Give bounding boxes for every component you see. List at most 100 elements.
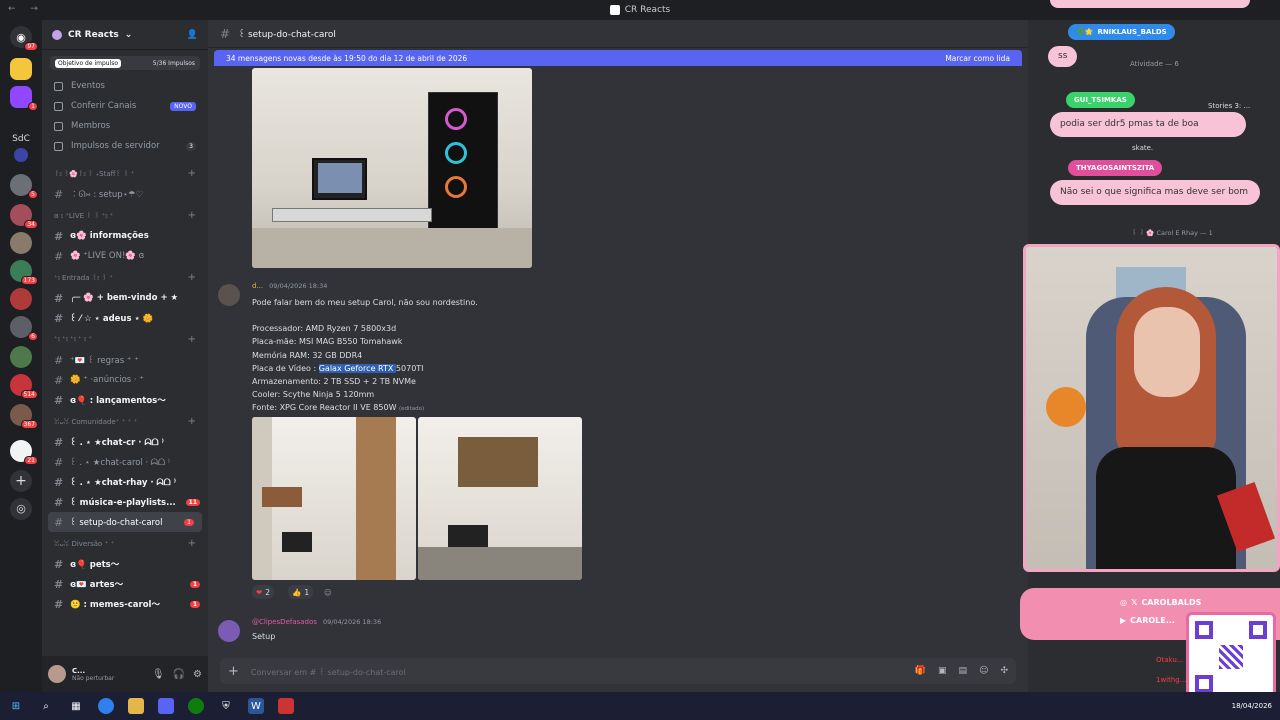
channel-item[interactable]: # ɞ🎈 pets〜 <box>42 554 208 574</box>
attach-plus-icon[interactable]: + <box>228 664 239 679</box>
message-text: Setup <box>252 632 276 641</box>
channel-item[interactable]: # ꒰ ⁄ ☆ ⋆ adeus ⋆ 🌼 <box>42 308 208 328</box>
server-icon[interactable]: 367 <box>10 404 38 429</box>
channel-category[interactable]: ⁺⦂ Entrada ꒰⦂ ꒱ ⁺ + <box>42 266 208 288</box>
server-icon[interactable] <box>10 288 32 310</box>
add-channel-icon[interactable]: + <box>188 538 196 549</box>
menu-item-icon <box>54 101 63 111</box>
channel-item[interactable]: # ꒰ música-e-playlists... 11 <box>42 492 208 512</box>
message-author[interactable]: d... <box>252 282 263 290</box>
back-forward-icon[interactable]: ← → <box>8 4 44 14</box>
headphones-icon[interactable]: 🎧 <box>173 669 185 680</box>
channel-category[interactable]: ɞ ⦂ ⁺LIVE ꒰ ꒱ ⁺⦂ ⁺ + <box>42 204 208 226</box>
discover-icon[interactable]: ◎ <box>10 498 32 520</box>
gif-icon[interactable]: ▣ <box>938 666 947 676</box>
channel-category[interactable]: ꈍᴗꈍ Diversão ⁺ ⁺ + <box>42 532 208 554</box>
windows-start-icon[interactable]: ⊞ <box>8 698 24 714</box>
message-timestamp: 09/04/2026 18:36 <box>322 618 382 626</box>
add-channel-icon[interactable]: + <box>188 334 196 345</box>
channel-item[interactable]: # ɞ🎈 : lançamentos〜 <box>42 390 208 410</box>
setup-image-1[interactable] <box>252 68 532 268</box>
twitch-server-icon[interactable]: 1 <box>10 86 38 111</box>
server-icon[interactable] <box>10 232 32 254</box>
server-icon[interactable]: 6 <box>10 316 38 341</box>
server-header[interactable]: CR Reacts ⌄ 👤 <box>42 20 208 50</box>
obs-icon[interactable] <box>278 698 294 714</box>
server-icon[interactable] <box>10 346 32 368</box>
channel-item[interactable]: # ꒰ . ⋆ ★chat-carol · ᗣᗝ ⁾ <box>42 452 208 472</box>
add-channel-icon[interactable]: + <box>188 416 196 427</box>
hash-icon: # <box>54 373 64 387</box>
channel-item[interactable]: # ︰ᘏ⑅ : setup⋆☂︎♡ <box>42 184 208 204</box>
file-explorer-icon[interactable] <box>128 698 144 714</box>
add-server-icon[interactable]: + <box>10 470 32 492</box>
sticker-icon[interactable]: ▤ <box>959 666 968 676</box>
add-member-icon[interactable]: 👤 <box>187 30 198 40</box>
channel-item[interactable]: # ɞ💌 artes〜 1 <box>42 574 208 594</box>
server-icon[interactable]: 173 <box>10 260 38 285</box>
server-icon[interactable]: 21 <box>10 440 38 465</box>
server-menu-item[interactable]: Impulsos de servidor 3 <box>42 136 208 156</box>
channel-item[interactable]: # ꒰ . ⋆ ★chat-cr · ᗣᗝ ⁾ <box>42 432 208 452</box>
hash-icon: # <box>220 26 231 41</box>
emoji-icon[interactable]: ☺ <box>979 666 988 676</box>
avatar[interactable] <box>218 620 240 642</box>
channel-item[interactable]: # 🙂 : memes-carol〜 1 <box>42 594 208 614</box>
setup-photo-right[interactable] <box>418 417 582 580</box>
mark-read-button[interactable]: Marcar como lida <box>945 54 1010 63</box>
server-icon[interactable]: 514 <box>10 374 38 399</box>
add-reaction-icon[interactable]: ☺ <box>324 585 332 599</box>
discord-icon[interactable] <box>158 698 174 714</box>
server-icon[interactable]: 34 <box>10 204 38 229</box>
setup-photo-left[interactable] <box>252 417 416 580</box>
search-icon[interactable]: ⌕ <box>38 698 54 714</box>
avatar[interactable] <box>48 665 66 683</box>
direct-messages-icon[interactable]: ◉ 97 <box>10 26 38 51</box>
message-input[interactable]: + Conversar em # ꒰ setup-do-chat-carol 🎁… <box>220 658 1016 684</box>
folder-label-sdc[interactable]: SdC <box>6 134 36 144</box>
add-channel-icon[interactable]: + <box>188 168 196 179</box>
apps-icon[interactable]: ✣ <box>1000 666 1008 676</box>
avatar[interactable] <box>218 284 240 306</box>
reaction-thumbs-up[interactable]: 👍 1 <box>288 585 314 599</box>
xbox-icon[interactable] <box>188 698 204 714</box>
channel-item[interactable]: # ꒰ . ⋆ ★chat-rhay · ᗣᗝ ⁾ <box>42 472 208 492</box>
channel-item[interactable]: # ╭─ 🌸 + bem-vindo + ★ <box>42 288 208 308</box>
message-author[interactable]: @ClipesDefasados <box>252 618 317 626</box>
add-channel-icon[interactable]: + <box>188 272 196 283</box>
shield-icon[interactable]: ⛨ <box>218 698 234 714</box>
word-icon[interactable]: W <box>248 698 264 714</box>
chrome-icon[interactable] <box>98 698 114 714</box>
hash-icon: # <box>54 291 64 305</box>
server-icon[interactable]: 5 <box>10 174 38 199</box>
channel-item[interactable]: # 🌸 ⁺LIVE ON!🌸 ɞ <box>42 246 208 266</box>
member-name[interactable]: 1withg... <box>1156 676 1186 684</box>
server-menu-item[interactable]: Conferir Canais NOVO <box>42 96 208 116</box>
folder-icon[interactable] <box>14 148 28 162</box>
server-menu-item[interactable]: Membros <box>42 116 208 136</box>
channel-category[interactable]: ꒰⦂ ꒱🌸꒰⦂ ꒱ ₊Staff꒰ ꒱ ⁺ + <box>42 162 208 184</box>
gift-icon[interactable]: 🎁 <box>915 666 926 676</box>
channel-item[interactable]: # ꒰ setup-do-chat-carol 1 <box>48 512 202 532</box>
channel-category[interactable]: ⁺⦂ ⁺⦂ ⁺⦂ ⁺ ⦂ ⁺ + <box>42 328 208 350</box>
gear-icon[interactable]: ⚙ <box>193 669 202 680</box>
overlay-bubble <box>1050 0 1250 8</box>
server-avatar-icon <box>52 29 62 40</box>
server-icon[interactable] <box>10 58 32 80</box>
microphone-icon[interactable]: 🎙 <box>152 669 165 680</box>
add-channel-icon[interactable]: + <box>188 210 196 221</box>
server-menu-item[interactable]: Eventos <box>42 76 208 96</box>
unread-badge: 11 <box>185 498 200 506</box>
channel-category[interactable]: ꈍᴗꈍ Comunidade⁺ ⁺ ⁺ ⁺ + <box>42 410 208 432</box>
new-messages-banner[interactable]: 34 mensagens novas desde às 19:50 do dia… <box>214 50 1022 66</box>
boost-goal[interactable]: Objetivo de impulso 5/36 Impulsos <box>50 56 200 70</box>
message-line: Cooler: Scythe Ninja 5 120mm <box>252 390 375 400</box>
member-activity: Stories 3: ... <box>1208 102 1251 110</box>
channel-item[interactable]: # ⁺💌 ꒰ regras ⁺ ⁺ <box>42 350 208 370</box>
reaction-heart[interactable]: ❤ 2 <box>252 585 275 599</box>
channel-item[interactable]: # 🌼 ⁺ ·anúncios · ⁺ <box>42 370 208 390</box>
channel-item[interactable]: # ɞ🌸 informações <box>42 226 208 246</box>
member-name[interactable]: Otaku... <box>1156 656 1184 664</box>
taskbar: ⊞ ⌕ ▦ ⛨ W 18/04/2026 <box>0 692 1280 720</box>
task-view-icon[interactable]: ▦ <box>68 698 84 714</box>
